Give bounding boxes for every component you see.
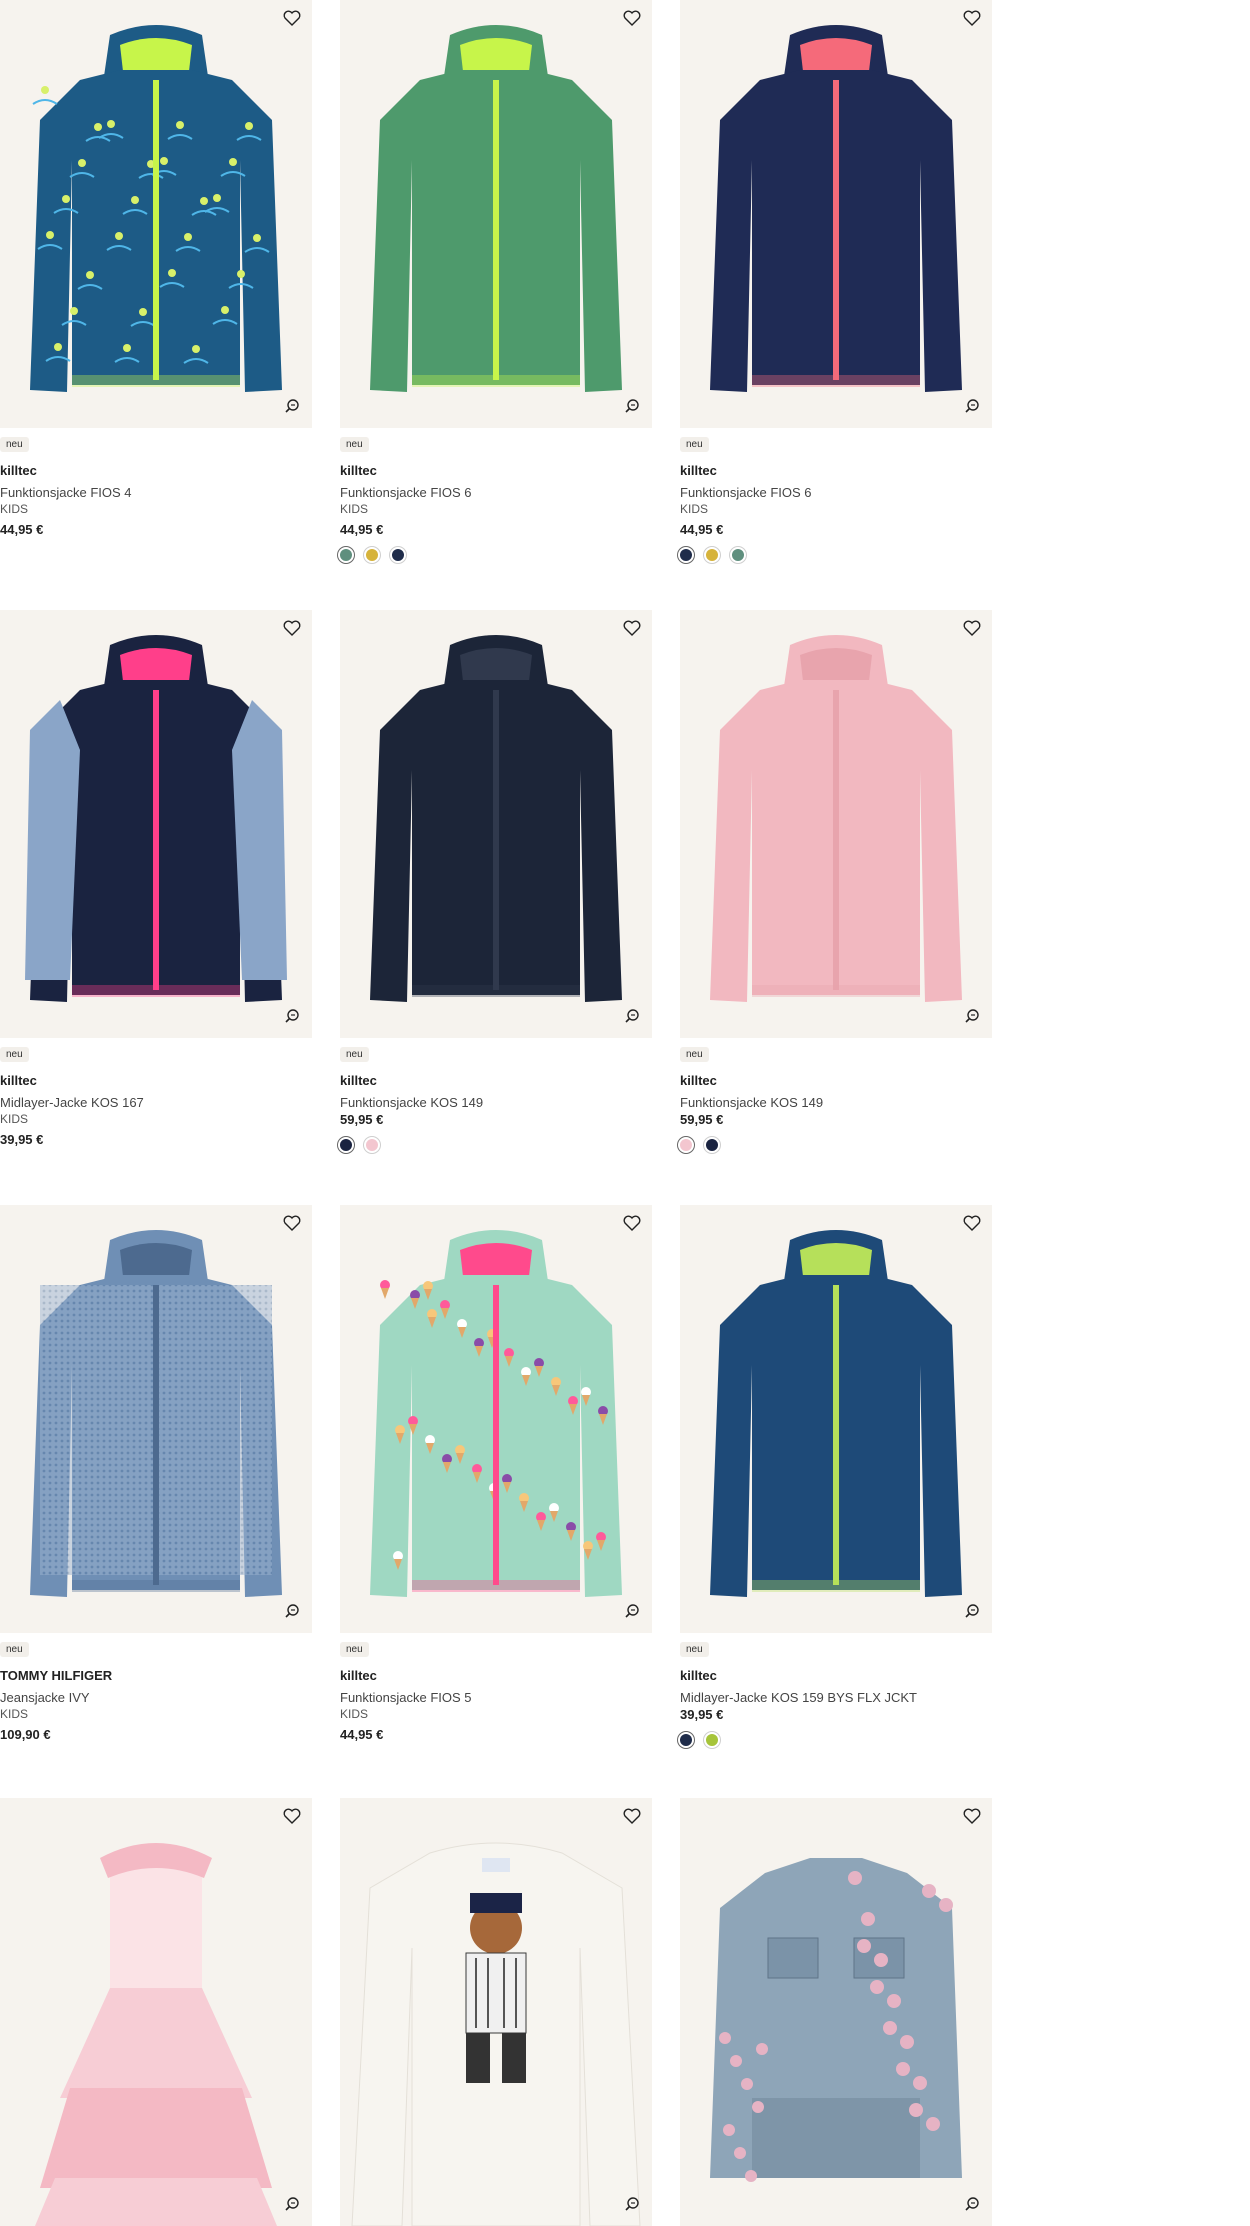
new-badge: neu	[340, 1642, 369, 1657]
product-name[interactable]: Midlayer-Jacke KOS 159 BYS FLX JCKT	[680, 1690, 917, 1705]
product-image[interactable]	[0, 610, 312, 1038]
wishlist-heart-icon[interactable]	[622, 8, 642, 28]
product-price: 59,95 €	[680, 1112, 724, 1127]
new-badge: neu	[340, 1047, 369, 1062]
wishlist-heart-icon[interactable]	[962, 1806, 982, 1826]
similar-items-icon[interactable]	[282, 1601, 302, 1621]
product-category: KIDS	[680, 502, 709, 516]
product-price: 59,95 €	[340, 1112, 384, 1127]
new-badge: neu	[0, 1047, 29, 1062]
product-image[interactable]	[340, 1798, 652, 2226]
color-swatch[interactable]	[706, 1734, 718, 1746]
product-brand: killtec	[340, 463, 377, 478]
product-image[interactable]	[0, 1798, 312, 2226]
similar-items-icon[interactable]	[622, 2194, 642, 2214]
color-swatch[interactable]	[680, 1734, 692, 1746]
similar-items-icon[interactable]	[622, 1601, 642, 1621]
product-name[interactable]: Jeansjacke IVY	[0, 1690, 90, 1705]
wishlist-heart-icon[interactable]	[282, 1806, 302, 1826]
product-brand: killtec	[680, 463, 717, 478]
color-swatch[interactable]	[706, 1139, 718, 1151]
product-name[interactable]: Funktionsjacke FIOS 6	[340, 485, 472, 500]
product-name[interactable]: Funktionsjacke KOS 149	[340, 1095, 483, 1110]
product-image[interactable]	[680, 610, 992, 1038]
product-category: KIDS	[0, 1707, 29, 1721]
color-swatch[interactable]	[680, 1139, 692, 1151]
color-swatch[interactable]	[340, 1139, 352, 1151]
similar-items-icon[interactable]	[282, 2194, 302, 2214]
product-category: KIDS	[0, 1112, 29, 1126]
product-category: KIDS	[340, 1707, 369, 1721]
new-badge: neu	[340, 437, 369, 452]
product-image[interactable]	[340, 0, 652, 428]
wishlist-heart-icon[interactable]	[282, 8, 302, 28]
color-swatch[interactable]	[340, 549, 352, 561]
product-category: KIDS	[340, 502, 369, 516]
product-brand: killtec	[680, 1073, 717, 1088]
wishlist-heart-icon[interactable]	[622, 1806, 642, 1826]
similar-items-icon[interactable]	[962, 396, 982, 416]
product-image[interactable]	[0, 1205, 312, 1633]
product-category: KIDS	[0, 502, 29, 516]
product-image[interactable]	[0, 0, 312, 428]
new-badge: neu	[680, 1047, 709, 1062]
product-name[interactable]: Funktionsjacke FIOS 5	[340, 1690, 472, 1705]
product-price: 109,90 €	[0, 1727, 51, 1742]
product-brand: TOMMY HILFIGER	[0, 1668, 113, 1683]
product-price: 39,95 €	[680, 1707, 724, 1722]
new-badge: neu	[680, 1642, 709, 1657]
similar-items-icon[interactable]	[962, 1006, 982, 1026]
similar-items-icon[interactable]	[962, 1601, 982, 1621]
wishlist-heart-icon[interactable]	[622, 1213, 642, 1233]
wishlist-heart-icon[interactable]	[962, 618, 982, 638]
color-swatch[interactable]	[732, 549, 744, 561]
color-swatch[interactable]	[680, 549, 692, 561]
product-price: 44,95 €	[340, 1727, 384, 1742]
color-swatch[interactable]	[706, 549, 718, 561]
similar-items-icon[interactable]	[622, 396, 642, 416]
new-badge: neu	[0, 1642, 29, 1657]
product-name[interactable]: Funktionsjacke KOS 149	[680, 1095, 823, 1110]
product-brand: killtec	[340, 1668, 377, 1683]
product-price: 39,95 €	[0, 1132, 44, 1147]
color-swatch[interactable]	[366, 1139, 378, 1151]
product-image[interactable]	[340, 610, 652, 1038]
product-brand: killtec	[0, 463, 37, 478]
product-image[interactable]	[340, 1205, 652, 1633]
product-image[interactable]	[680, 1798, 992, 2226]
new-badge: neu	[0, 437, 29, 452]
wishlist-heart-icon[interactable]	[962, 1213, 982, 1233]
wishlist-heart-icon[interactable]	[622, 618, 642, 638]
color-swatches	[340, 549, 404, 561]
color-swatches	[680, 1734, 718, 1746]
color-swatches	[680, 549, 744, 561]
similar-items-icon[interactable]	[962, 2194, 982, 2214]
color-swatches	[340, 1139, 378, 1151]
similar-items-icon[interactable]	[622, 1006, 642, 1026]
product-price: 44,95 €	[680, 522, 724, 537]
wishlist-heart-icon[interactable]	[282, 1213, 302, 1233]
color-swatches	[680, 1139, 718, 1151]
product-name[interactable]: Funktionsjacke FIOS 4	[0, 485, 132, 500]
product-brand: killtec	[340, 1073, 377, 1088]
wishlist-heart-icon[interactable]	[282, 618, 302, 638]
similar-items-icon[interactable]	[282, 396, 302, 416]
product-brand: killtec	[680, 1668, 717, 1683]
similar-items-icon[interactable]	[282, 1006, 302, 1026]
product-price: 44,95 €	[340, 522, 384, 537]
new-badge: neu	[680, 437, 709, 452]
product-name[interactable]: Midlayer-Jacke KOS 167	[0, 1095, 144, 1110]
product-image[interactable]	[680, 1205, 992, 1633]
wishlist-heart-icon[interactable]	[962, 8, 982, 28]
product-name[interactable]: Funktionsjacke FIOS 6	[680, 485, 812, 500]
color-swatch[interactable]	[366, 549, 378, 561]
color-swatch[interactable]	[392, 549, 404, 561]
product-price: 44,95 €	[0, 522, 44, 537]
product-brand: killtec	[0, 1073, 37, 1088]
product-image[interactable]	[680, 0, 992, 428]
